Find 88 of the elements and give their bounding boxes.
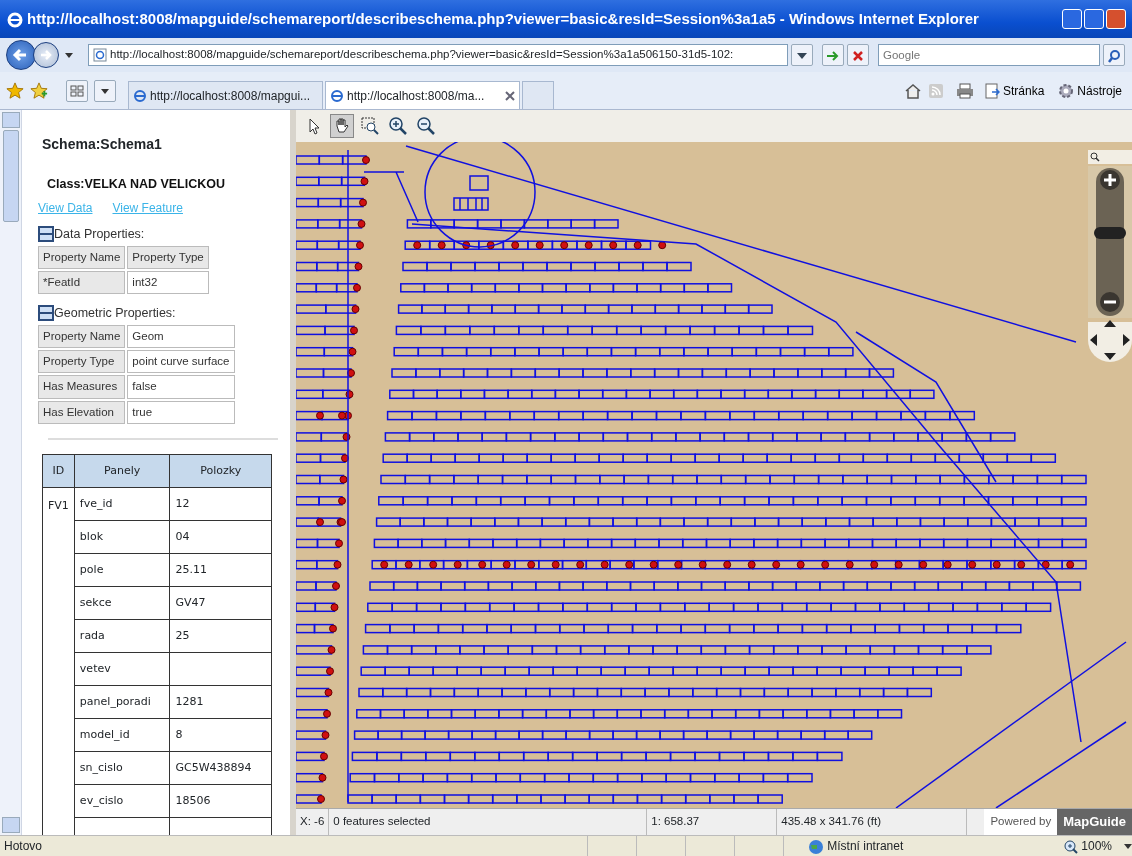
dropdown-button[interactable] bbox=[791, 44, 813, 66]
property-label: Property Name bbox=[38, 324, 126, 348]
property-label: Property Type bbox=[38, 350, 126, 374]
star-icon[interactable] bbox=[6, 81, 24, 100]
table-cell: 12 bbox=[170, 487, 272, 521]
search-button[interactable] bbox=[1103, 44, 1125, 66]
page-icon bbox=[93, 46, 107, 64]
scrollbar[interactable] bbox=[0, 110, 22, 835]
caret-icon bbox=[101, 88, 109, 94]
table-cell: model_id bbox=[74, 718, 170, 752]
arrow-icon bbox=[825, 49, 841, 62]
zoom-search-icon[interactable] bbox=[1088, 150, 1132, 164]
property-value: Geom bbox=[127, 324, 235, 348]
column-header: Polozky bbox=[170, 454, 272, 488]
zoom-icon[interactable] bbox=[1064, 837, 1079, 855]
zoom-out-icon bbox=[416, 116, 436, 136]
tab-list-button[interactable] bbox=[94, 79, 116, 102]
section-heading: Geometric Properties: bbox=[54, 305, 176, 322]
select-arrow-icon bbox=[307, 117, 321, 135]
property-label: Has Elevation bbox=[38, 400, 126, 424]
grid-icon bbox=[70, 85, 84, 98]
property-label: Has Measures bbox=[38, 375, 126, 399]
table-cell: 8 bbox=[170, 718, 272, 752]
zoom-in-icon bbox=[388, 116, 408, 136]
search-field[interactable]: Google bbox=[878, 44, 1100, 66]
table-cell: sekce bbox=[74, 586, 170, 620]
collapse-icon[interactable] bbox=[38, 305, 54, 322]
refresh-button[interactable] bbox=[822, 44, 844, 66]
table-cell: 1281 bbox=[170, 685, 272, 719]
maximize-button[interactable] bbox=[1084, 9, 1104, 29]
minimize-button[interactable] bbox=[1062, 9, 1082, 29]
table-cell: 25.11 bbox=[170, 553, 272, 587]
globe-icon bbox=[808, 837, 825, 855]
section-heading: Data Properties: bbox=[54, 225, 145, 243]
table-cell: sn_cislo bbox=[74, 751, 170, 785]
command-button[interactable]: Stránka bbox=[979, 81, 1049, 100]
schema-heading: Schema:Schema1 bbox=[42, 135, 163, 154]
column-header: Panely bbox=[74, 454, 170, 488]
table-cell: pole bbox=[74, 553, 170, 587]
table-cell: GV47 bbox=[170, 586, 272, 620]
page-icon bbox=[983, 81, 1000, 100]
table-cell: 18506 bbox=[170, 784, 272, 818]
command-button[interactable]: Nástroje bbox=[1054, 81, 1126, 100]
close-button[interactable] bbox=[1106, 9, 1126, 29]
home-icon[interactable] bbox=[903, 81, 922, 100]
stop-button[interactable] bbox=[847, 44, 869, 66]
close-icon bbox=[852, 49, 864, 62]
logo-text: MapGuide bbox=[1057, 809, 1132, 835]
table-cell: blok bbox=[74, 520, 170, 554]
property-label: *FeatId bbox=[38, 270, 126, 294]
table-cell: ev_cislo bbox=[74, 784, 170, 818]
browser-tab[interactable]: http://localhost:8008/ma... bbox=[325, 81, 520, 109]
property-value: true bbox=[127, 400, 235, 424]
printer-icon[interactable] bbox=[955, 81, 974, 100]
table-cell: panel_poradi bbox=[74, 685, 170, 719]
table-cell: 04 bbox=[170, 520, 272, 554]
search-icon bbox=[1107, 48, 1121, 63]
table-cell: rada bbox=[74, 619, 170, 653]
table-cell: GC5W438894 bbox=[170, 751, 272, 785]
zoom-level-text[interactable]: 100% bbox=[1081, 837, 1112, 855]
window-title: http://localhost:8008/mapguide/schemareport/describeschema.php?viewer=basic&resId=Session%3a1a5 - Windows Internet Explorer bbox=[27, 8, 980, 29]
powered-by-text: Powered by bbox=[984, 809, 1058, 835]
address-field[interactable]: http://localhost:8008/mapguide/schemareport/describeschema.php?viewer=basic&resId=Session%3a1a506150-31d5-102: bbox=[88, 44, 788, 66]
caret-icon bbox=[797, 52, 807, 59]
table-cell: FV1 bbox=[42, 487, 75, 835]
quick-tabs-button[interactable] bbox=[66, 79, 88, 102]
zoom-rectangle-icon bbox=[360, 116, 380, 136]
table-cell: 25 bbox=[170, 619, 272, 653]
status-text: Hotovo bbox=[4, 838, 44, 855]
property-value: false bbox=[127, 375, 235, 399]
gear-icon bbox=[1058, 81, 1075, 100]
forward-button[interactable] bbox=[33, 42, 59, 68]
table-cell: fve_id bbox=[74, 487, 170, 521]
column-header: ID bbox=[42, 454, 75, 488]
zoom-slider[interactable] bbox=[1088, 166, 1132, 318]
property-value: int32 bbox=[127, 270, 209, 294]
map-tool-button[interactable] bbox=[330, 114, 354, 138]
collapse-icon[interactable] bbox=[38, 226, 54, 243]
property-label: Property Type bbox=[127, 245, 209, 269]
security-zone-text: Místní intranet bbox=[827, 838, 905, 855]
property-label: Property Name bbox=[38, 245, 126, 269]
browser-tab[interactable]: http://localhost:8008/mapgui... bbox=[128, 81, 323, 109]
add-favorite-icon[interactable] bbox=[30, 81, 48, 100]
back-button[interactable] bbox=[6, 40, 36, 70]
property-value: point curve surface bbox=[127, 350, 235, 374]
class-heading: Class:VELKA NAD VELICKOU bbox=[47, 176, 227, 193]
pan-arrows-icon[interactable] bbox=[1088, 320, 1132, 362]
table-cell: vetev bbox=[74, 652, 170, 686]
